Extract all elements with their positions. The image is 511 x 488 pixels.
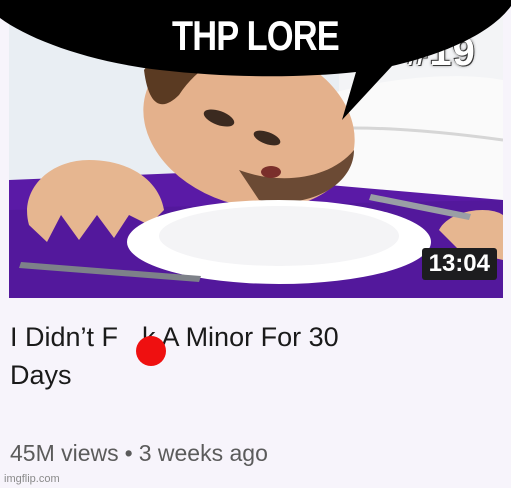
title-line-2: Days xyxy=(10,360,72,390)
duration-badge: 13:04 xyxy=(421,248,497,280)
upload-age: 3 weeks ago xyxy=(138,440,268,466)
title-line-1-start: I Didn’t F xyxy=(10,322,119,352)
watermark-credit: imgflip.com xyxy=(4,473,60,485)
view-count: 45M views xyxy=(10,440,119,466)
meta-separator: • xyxy=(124,440,133,466)
meme-caption: THP LORE xyxy=(172,12,340,59)
title-line-1-end: k A Minor For 30 xyxy=(142,322,339,352)
video-metadata: 45M views • 3 weeks ago xyxy=(10,440,268,467)
video-title[interactable]: I Didn’t F k A Minor For 30 Days xyxy=(10,318,490,394)
meme-frame: DAY #19 13:04 THP LORE I Didn’t Fk A Min… xyxy=(0,0,511,488)
censor-dot xyxy=(136,336,166,366)
